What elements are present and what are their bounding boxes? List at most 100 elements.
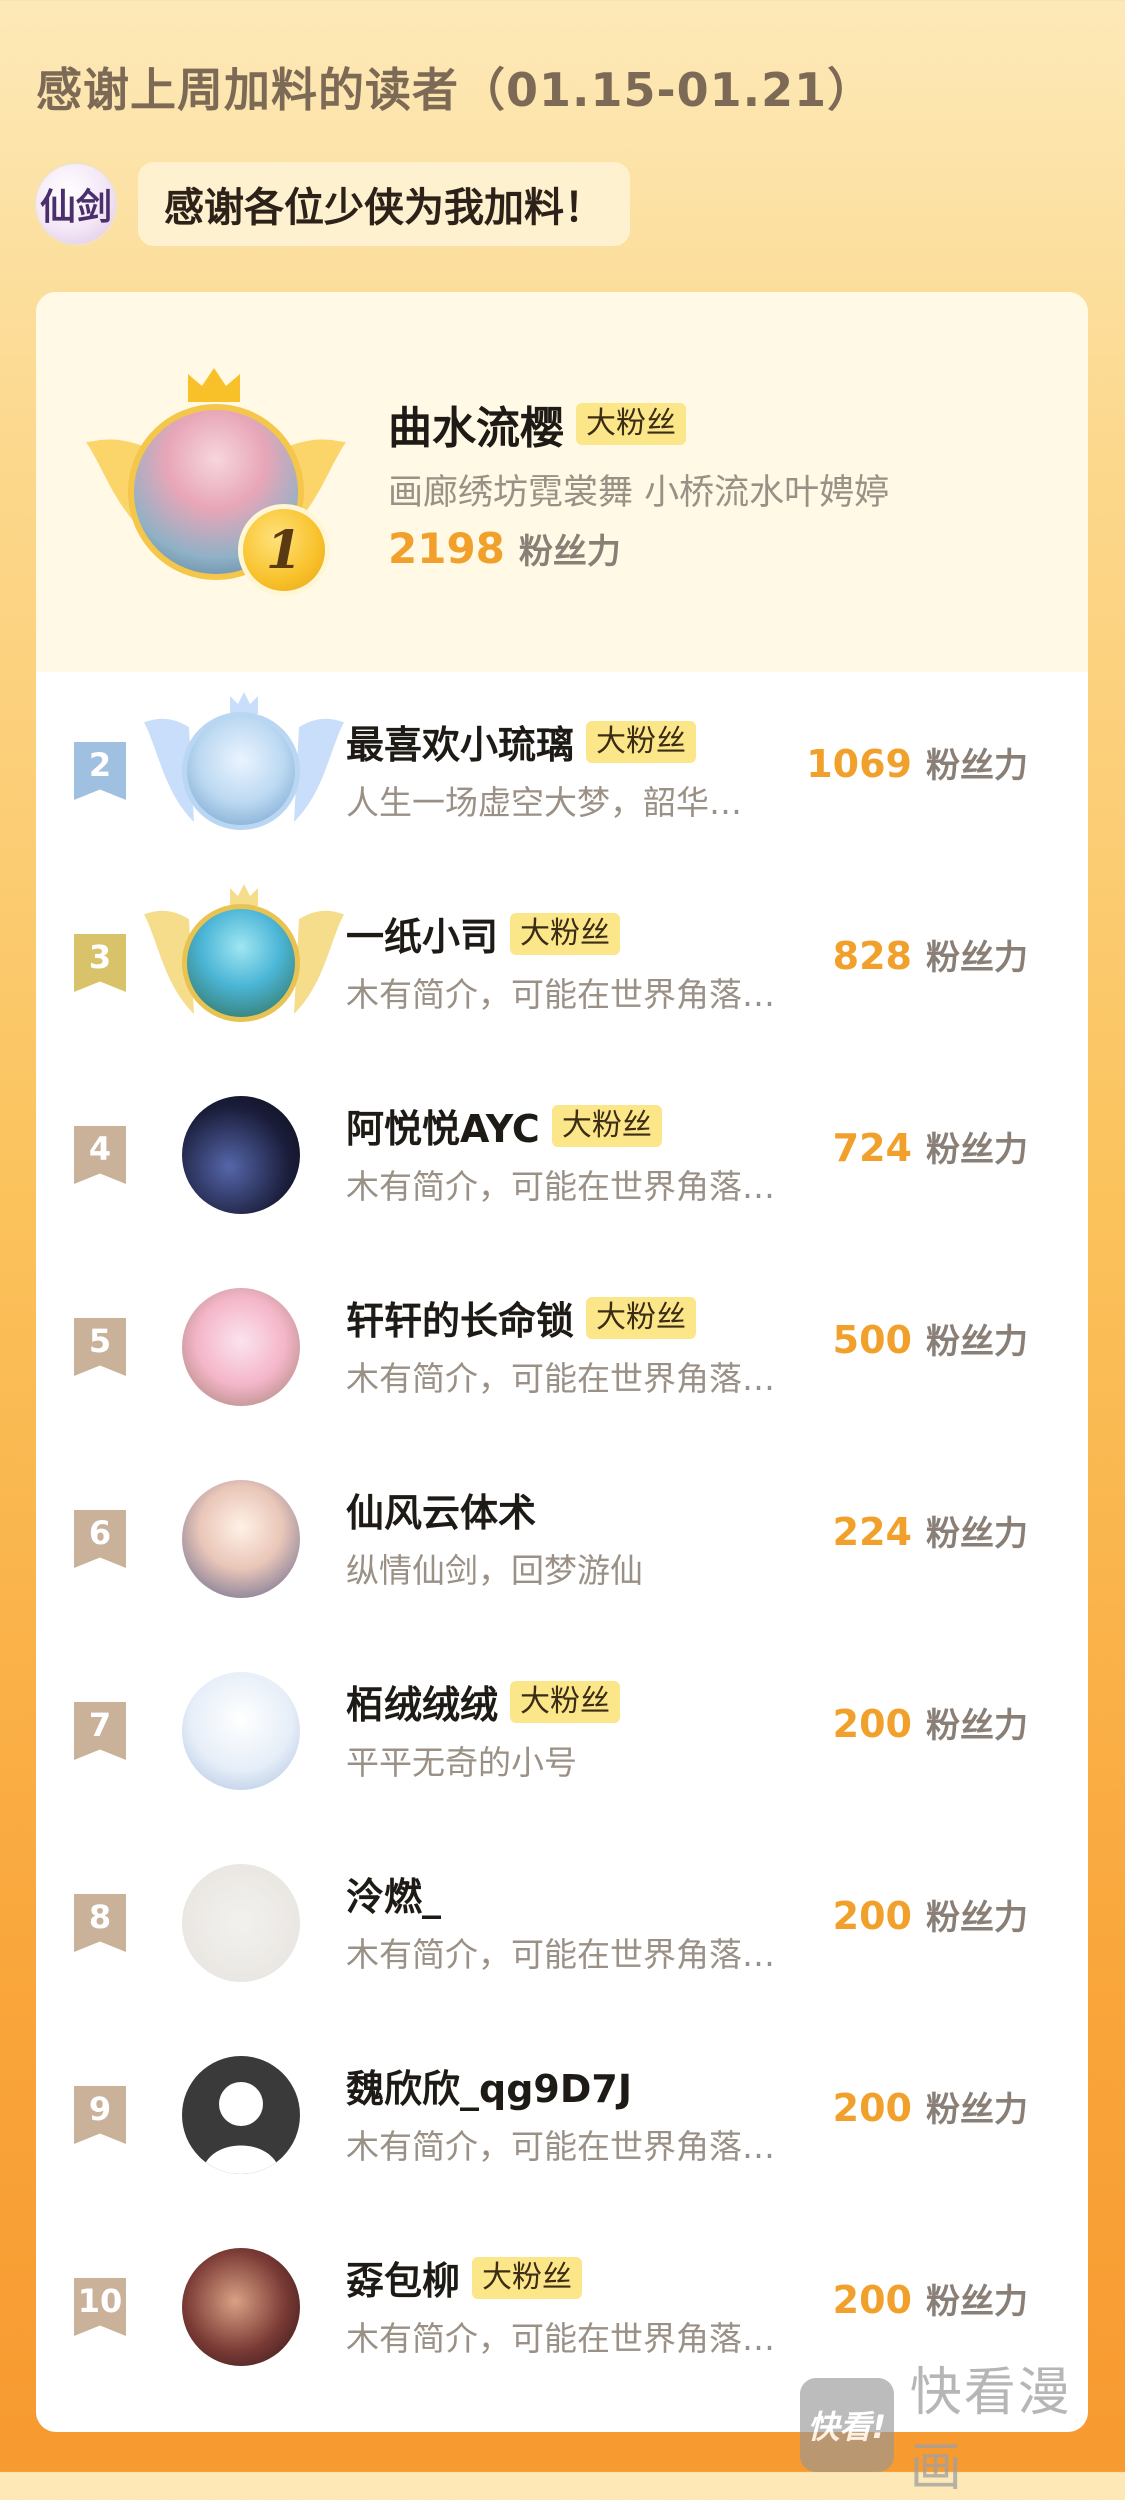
fan-bio: 木有简介，可能在世界角落… — [346, 2319, 775, 2358]
fan-power-score: 200 — [832, 1894, 912, 1938]
rank-badge: 7 — [74, 1702, 126, 1760]
fan-avatar[interactable] — [182, 2056, 300, 2174]
fan-power-unit: 粉丝力 — [926, 1322, 1028, 1362]
fan-name[interactable]: 轩轩的长命锁 — [346, 1290, 574, 1345]
fan-power-unit: 粉丝力 — [926, 1898, 1028, 1938]
fan-name[interactable]: 一纸小司 — [346, 906, 498, 961]
fan-power: 724 粉丝力 — [833, 1122, 1028, 1171]
fan-power-score: 2198 — [388, 524, 505, 573]
fan-bio: 纵情仙剑，回梦游仙 — [346, 1551, 643, 1590]
fan-power-score: 724 — [832, 1126, 912, 1170]
fan-power: 200 粉丝力 — [833, 2274, 1028, 2323]
fan-power-score: 200 — [832, 1702, 912, 1746]
fan-bio: 木有简介，可能在世界角落… — [346, 1167, 775, 1206]
rank-badge: 10 — [74, 2278, 126, 2336]
fan-avatar[interactable] — [182, 904, 300, 1022]
fan-level-tag: 大粉丝 — [586, 720, 697, 763]
fan-avatar[interactable] — [182, 1096, 300, 1214]
fan-name[interactable]: 泠燃_ — [346, 1866, 441, 1921]
rank-1-badge: 1 — [238, 504, 330, 596]
fan-power: 224 粉丝力 — [833, 1506, 1028, 1555]
rank-badge: 5 — [74, 1318, 126, 1376]
fan-name[interactable]: 仙风云体术 — [346, 1482, 536, 1537]
fan-bio: 木有简介，可能在世界角落… — [346, 1935, 775, 1974]
fan-name-row: 魏欣欣_qg9D7J — [346, 2058, 632, 2113]
top-fan-panel[interactable]: 1 曲水流樱 大粉丝 画廊绣坊霓裳舞 小桥流水叶娉婷 2198 粉丝力 — [36, 292, 1088, 672]
fan-name-row: 一纸小司 大粉丝 — [346, 906, 621, 961]
fan-row[interactable]: 5 轩轩的长命锁 大粉丝木有简介，可能在世界角落… 500 粉丝力 — [36, 1248, 1088, 1438]
rank-badge: 9 — [74, 2086, 126, 2144]
fan-name-row: 泠燃_ — [346, 1866, 441, 1921]
fan-power-unit: 粉丝力 — [926, 746, 1028, 786]
fan-bio: 木有简介，可能在世界角落… — [346, 2127, 775, 2166]
kuaikan-logo-icon: 快看! — [800, 2378, 894, 2472]
fan-name-row: 阿悦悦AYC 大粉丝 — [346, 1098, 662, 1153]
fan-power: 500 粉丝力 — [833, 1314, 1028, 1363]
rank-badge: 2 — [74, 742, 126, 800]
fan-avatar[interactable] — [182, 2248, 300, 2366]
fan-avatar[interactable] — [182, 1480, 300, 1598]
fan-level-tag: 大粉丝 — [586, 1296, 697, 1339]
kuaikan-watermark: 快看! 快看漫画 — [800, 2350, 1125, 2500]
fan-level-tag: 大粉丝 — [510, 1680, 621, 1723]
fan-row[interactable]: 6 仙风云体术纵情仙剑，回梦游仙 224 粉丝力 — [36, 1440, 1088, 1630]
top-fan-bio: 画廊绣坊霓裳舞 小桥流水叶娉婷 — [388, 473, 890, 513]
author-avatar[interactable]: 仙剑 — [36, 164, 116, 244]
fan-power: 200 粉丝力 — [833, 2082, 1028, 2131]
fan-name-row: 最喜欢小琉璃 大粉丝 — [346, 714, 697, 769]
rank-badge: 4 — [74, 1126, 126, 1184]
fan-ranking-card: 1 曲水流樱 大粉丝 画廊绣坊霓裳舞 小桥流水叶娉婷 2198 粉丝力 2 最喜欢… — [36, 292, 1088, 2432]
fan-power-unit: 粉丝力 — [926, 2090, 1028, 2130]
fan-avatar[interactable] — [182, 1672, 300, 1790]
rank-badge: 8 — [74, 1894, 126, 1952]
fan-row[interactable]: 8 泠燃_ 木有简介，可能在世界角落… 200 粉丝力 — [36, 1824, 1088, 2014]
top-fan-name-row: 曲水流樱 大粉丝 — [388, 392, 686, 456]
fan-power-score: 200 — [832, 2278, 912, 2322]
fan-power-unit: 粉丝力 — [518, 532, 621, 572]
fan-avatar[interactable] — [182, 712, 300, 830]
fan-power-unit: 粉丝力 — [926, 1514, 1028, 1554]
default-user-icon — [202, 2082, 280, 2174]
fan-name[interactable]: 栢绒绒绒 — [346, 1674, 498, 1729]
rank-badge: 6 — [74, 1510, 126, 1568]
author-message-row: 仙剑 感谢各位少侠为我加料！ — [36, 158, 630, 250]
fan-power-unit: 粉丝力 — [926, 1706, 1028, 1746]
fan-power-score: 200 — [832, 2086, 912, 2130]
fan-row[interactable]: 9 魏欣欣_qg9D7J 木有简介，可能在世界角落… 200 粉丝力 — [36, 2016, 1088, 2206]
top-fan-name[interactable]: 曲水流樱 — [388, 392, 564, 456]
rank-badge: 3 — [74, 934, 126, 992]
fan-name-row: 轩轩的长命锁 大粉丝 — [346, 1290, 697, 1345]
fan-bio: 平平无奇的小号 — [346, 1743, 577, 1782]
fan-name-row: 栢绒绒绒 大粉丝 — [346, 1674, 621, 1729]
fan-level-tag: 大粉丝 — [576, 403, 686, 445]
crown-icon — [188, 368, 240, 402]
fan-bio: 木有简介，可能在世界角落… — [346, 975, 775, 1014]
fan-bio: 木有简介，可能在世界角落… — [346, 1359, 775, 1398]
fan-name-row: 孬包柳 大粉丝 — [346, 2250, 583, 2305]
fan-power-score: 224 — [832, 1510, 912, 1554]
fan-level-tag: 大粉丝 — [472, 2256, 583, 2299]
fan-name[interactable]: 魏欣欣_qg9D7J — [346, 2058, 632, 2113]
fan-power: 828 粉丝力 — [833, 930, 1028, 979]
fan-bio: 人生一场虚空大梦，韶华… — [346, 783, 742, 822]
fan-row[interactable]: 3 一纸小司 大粉丝木有简介，可能在世界角落… 828 粉丝力 — [36, 864, 1088, 1054]
fan-avatar[interactable] — [182, 1864, 300, 1982]
fan-power: 200 粉丝力 — [833, 1698, 1028, 1747]
top-fan-power: 2198 粉丝力 — [388, 524, 621, 573]
fan-row[interactable]: 2 最喜欢小琉璃 大粉丝人生一场虚空大梦，韶华… 1069 粉丝力 — [36, 672, 1088, 862]
fan-name-row: 仙风云体术 — [346, 1482, 536, 1537]
fan-power-unit: 粉丝力 — [926, 2282, 1028, 2322]
fan-name[interactable]: 孬包柳 — [346, 2250, 460, 2305]
fan-name[interactable]: 阿悦悦AYC — [346, 1098, 540, 1153]
fan-power-score: 828 — [832, 934, 912, 978]
fan-power: 200 粉丝力 — [833, 1890, 1028, 1939]
fan-name[interactable]: 最喜欢小琉璃 — [346, 714, 574, 769]
fan-power-score: 1069 — [806, 742, 912, 786]
fan-level-tag: 大粉丝 — [551, 1104, 662, 1147]
fan-avatar[interactable] — [182, 1288, 300, 1406]
fan-row[interactable]: 4 阿悦悦AYC 大粉丝木有简介，可能在世界角落… 724 粉丝力 — [36, 1056, 1088, 1246]
fan-power: 1069 粉丝力 — [806, 738, 1028, 787]
watermark-text: 快看漫画 — [909, 2363, 1072, 2498]
fan-power-score: 500 — [832, 1318, 912, 1362]
fan-row[interactable]: 7 栢绒绒绒 大粉丝平平无奇的小号 200 粉丝力 — [36, 1632, 1088, 1822]
